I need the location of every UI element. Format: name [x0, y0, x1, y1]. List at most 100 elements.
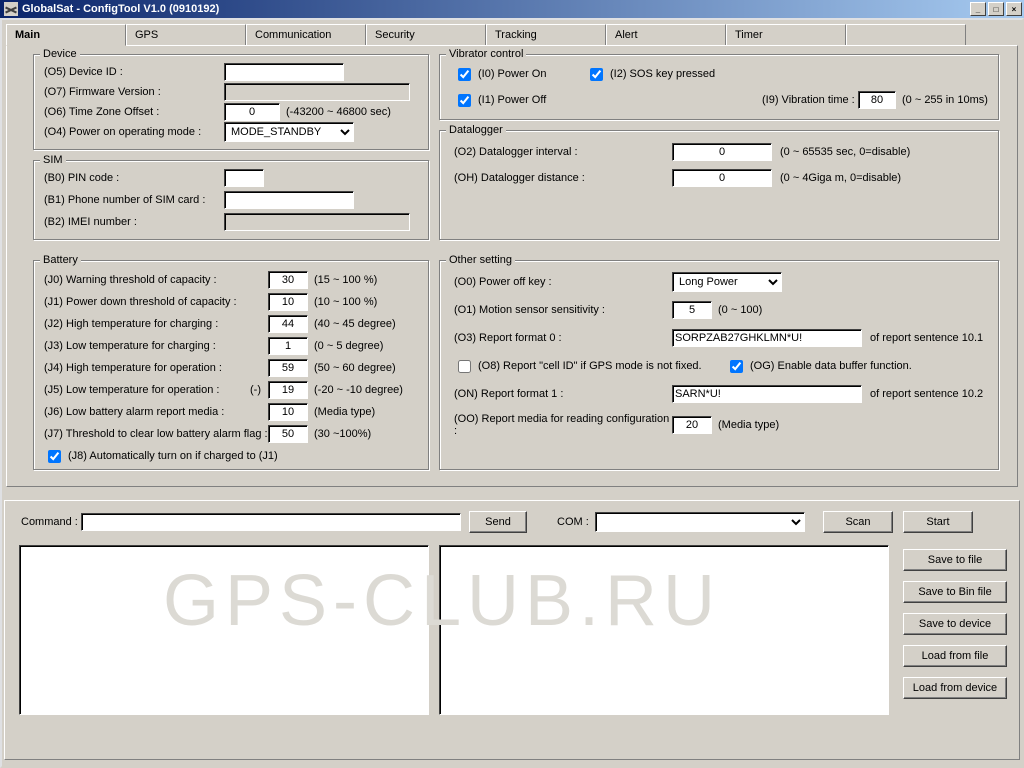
load-from-device-button[interactable]: Load from device [903, 677, 1007, 699]
i1-checkbox[interactable] [458, 94, 471, 107]
group-device: Device (O5) Device ID : (O7) Firmware Ve… [33, 54, 429, 150]
tab-security[interactable]: Security [366, 24, 486, 45]
load-from-file-button[interactable]: Load from file [903, 645, 1007, 667]
group-other-legend: Other setting [446, 254, 515, 266]
sim-phone-label: (B1) Phone number of SIM card : [44, 194, 224, 206]
tab-spare [846, 24, 966, 45]
j3-input[interactable] [268, 337, 308, 355]
tab-communication[interactable]: Communication [246, 24, 366, 45]
group-other: Other setting (O0) Power off key : Long … [439, 260, 999, 470]
j2-label: (J2) High temperature for charging : [44, 318, 268, 330]
o0-label: (O0) Power off key : [454, 276, 672, 288]
i0-checkbox[interactable] [458, 68, 471, 81]
timezone-offset-input[interactable] [224, 103, 280, 121]
j4-label: (J4) High temperature for operation : [44, 362, 268, 374]
timezone-offset-label: (O6) Time Zone Offset : [44, 106, 224, 118]
j4-hint: (50 ~ 60 degree) [314, 362, 396, 374]
tab-main[interactable]: Main [6, 24, 126, 46]
i2-checkbox[interactable] [590, 68, 603, 81]
group-sim-legend: SIM [40, 154, 66, 166]
device-id-label: (O5) Device ID : [44, 66, 224, 78]
j0-input[interactable] [268, 271, 308, 289]
j7-hint: (30 ~100%) [314, 428, 371, 440]
group-vibrator-legend: Vibrator control [446, 48, 526, 60]
save-to-bin-file-button[interactable]: Save to Bin file [903, 581, 1007, 603]
j5-input[interactable] [268, 381, 308, 399]
group-battery: Battery (J0) Warning threshold of capaci… [33, 260, 429, 470]
start-button[interactable]: Start [903, 511, 973, 533]
j1-input[interactable] [268, 293, 308, 311]
tab-gps[interactable]: GPS [126, 24, 246, 45]
sim-phone-input[interactable] [224, 191, 354, 209]
group-battery-legend: Battery [40, 254, 81, 266]
o8-checkbox[interactable] [458, 360, 471, 373]
group-sim: SIM (B0) PIN code : (B1) Phone number of… [33, 160, 429, 240]
scan-button[interactable]: Scan [823, 511, 893, 533]
tab-timer[interactable]: Timer [726, 24, 846, 45]
log-right[interactable] [439, 545, 889, 715]
j5-label: (J5) Low temperature for operation : [44, 384, 250, 396]
tab-tracking[interactable]: Tracking [486, 24, 606, 45]
o3-input[interactable] [672, 329, 862, 347]
i2-label: (I2) SOS key pressed [610, 68, 715, 80]
j8-checkbox[interactable] [48, 450, 61, 463]
og-checkbox[interactable] [730, 360, 743, 373]
j6-label: (J6) Low battery alarm report media : [44, 406, 268, 418]
j0-hint: (15 ~ 100 %) [314, 274, 377, 286]
bottom-panel: Command : Send COM : Scan Start Save to … [4, 500, 1020, 760]
command-label: Command : [21, 516, 81, 528]
oh-input[interactable] [672, 169, 772, 187]
j1-label: (J1) Power down threshold of capacity : [44, 296, 268, 308]
log-left[interactable] [19, 545, 429, 715]
window-title: GlobalSat - ConfigTool V1.0 (0910192) [22, 3, 219, 15]
j4-input[interactable] [268, 359, 308, 377]
save-to-device-button[interactable]: Save to device [903, 613, 1007, 635]
j2-hint: (40 ~ 45 degree) [314, 318, 396, 330]
on-label: (ON) Report format 1 : [454, 388, 672, 400]
minimize-button[interactable]: _ [970, 2, 986, 16]
device-id-input[interactable] [224, 63, 344, 81]
power-on-mode-select[interactable]: MODE_STANDBY [224, 122, 354, 142]
j6-input[interactable] [268, 403, 308, 421]
o1-hint: (0 ~ 100) [718, 304, 762, 316]
com-select[interactable] [595, 512, 805, 532]
save-to-file-button[interactable]: Save to file [903, 549, 1007, 571]
timezone-offset-hint: (-43200 ~ 46800 sec) [286, 106, 391, 118]
j2-input[interactable] [268, 315, 308, 333]
i9-label: (I9) Vibration time : [762, 94, 858, 106]
oh-label: (OH) Datalogger distance : [454, 172, 672, 184]
j7-input[interactable] [268, 425, 308, 443]
firmware-version-value [224, 83, 410, 101]
app-icon [4, 2, 18, 16]
firmware-version-label: (O7) Firmware Version : [44, 86, 224, 98]
oo-hint: (Media type) [718, 419, 779, 431]
on-input[interactable] [672, 385, 862, 403]
maximize-button[interactable]: □ [988, 2, 1004, 16]
tab-page-main: Device (O5) Device ID : (O7) Firmware Ve… [6, 45, 1018, 487]
oo-input[interactable] [672, 416, 712, 434]
tab-alert[interactable]: Alert [606, 24, 726, 45]
j3-hint: (0 ~ 5 degree) [314, 340, 383, 352]
group-datalogger: Datalogger (O2) Datalogger interval : (0… [439, 130, 999, 240]
o1-label: (O1) Motion sensor sensitivity : [454, 304, 672, 316]
i9-input[interactable] [858, 91, 896, 109]
i9-hint: (0 ~ 255 in 10ms) [902, 94, 988, 106]
o1-input[interactable] [672, 301, 712, 319]
j1-hint: (10 ~ 100 %) [314, 296, 377, 308]
o2-hint: (0 ~ 65535 sec, 0=disable) [780, 146, 910, 158]
title-bar: GlobalSat - ConfigTool V1.0 (0910192) _ … [0, 0, 1024, 18]
og-label: (OG) Enable data buffer function. [750, 360, 912, 372]
send-button[interactable]: Send [469, 511, 527, 533]
group-device-legend: Device [40, 48, 80, 60]
o3-hint: of report sentence 10.1 [870, 332, 983, 344]
i1-label: (I1) Power Off [478, 94, 546, 106]
oo-label: (OO) Report media for reading configurat… [454, 413, 672, 437]
o0-select[interactable]: Long Power [672, 272, 782, 292]
o3-label: (O3) Report format 0 : [454, 332, 672, 344]
j5-negative-sign: (-) [250, 384, 268, 396]
o2-input[interactable] [672, 143, 772, 161]
command-input[interactable] [81, 513, 461, 531]
pin-code-input[interactable] [224, 169, 264, 187]
j7-label: (J7) Threshold to clear low battery alar… [44, 428, 268, 440]
close-button[interactable]: × [1006, 2, 1022, 16]
